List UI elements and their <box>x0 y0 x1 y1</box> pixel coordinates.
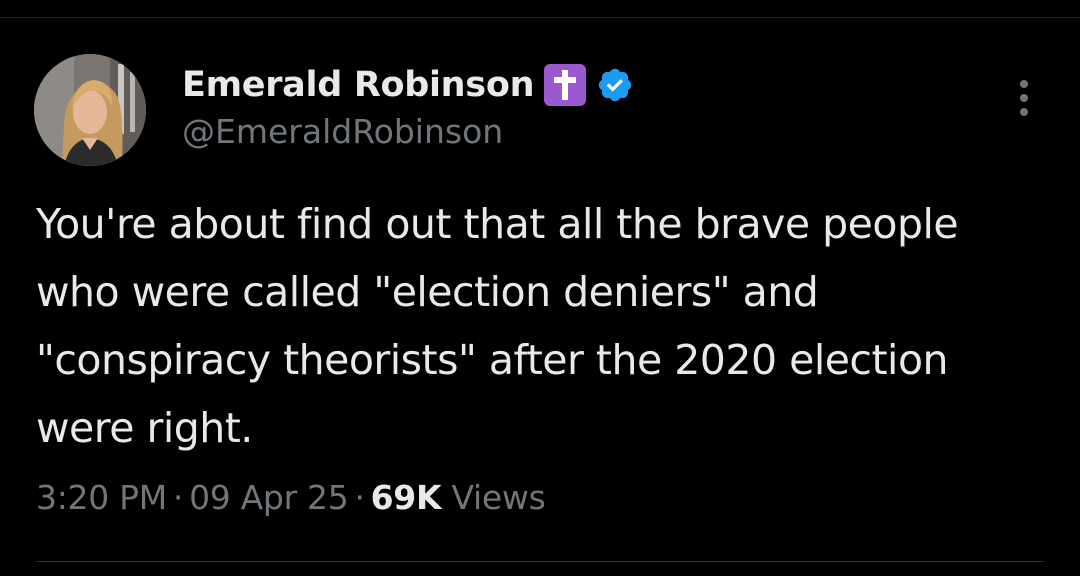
views-label: Views <box>451 478 546 517</box>
name-row: Emerald Robinson <box>182 58 634 112</box>
latin-cross-emoji-icon <box>544 64 587 106</box>
top-divider <box>0 17 1080 18</box>
more-options-button[interactable] <box>1006 78 1042 118</box>
avatar[interactable] <box>34 54 146 166</box>
author-display-name[interactable]: Emerald Robinson <box>182 65 535 105</box>
views-count: 69K <box>370 478 442 517</box>
meta-separator: · <box>172 478 184 517</box>
tweet-header: Emerald Robinson @EmeraldRobinson <box>182 58 634 151</box>
meta-separator: · <box>354 478 365 517</box>
avatar-image <box>34 54 146 166</box>
verified-badge-icon[interactable] <box>596 66 634 104</box>
tweet-time[interactable]: 3:20 PM <box>36 478 167 517</box>
tweet-date[interactable]: 09 Apr 25 <box>189 478 349 517</box>
more-vertical-icon <box>1020 80 1028 116</box>
tweet-meta: 3:20 PM · 09 Apr 25 · 69K Views <box>36 478 546 517</box>
author-handle[interactable]: @EmeraldRobinson <box>182 112 634 151</box>
tweet-text: You're about find out that all the brave… <box>36 200 959 452</box>
bottom-divider <box>36 561 1044 562</box>
